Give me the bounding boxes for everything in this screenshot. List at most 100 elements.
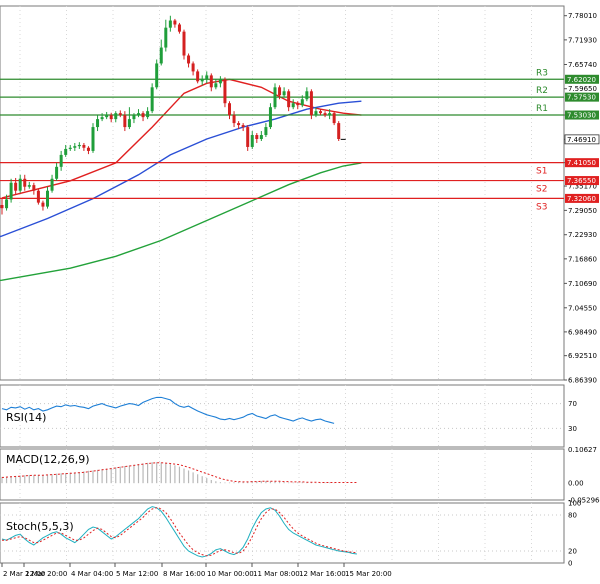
time-tick-label: 2 Mar 20:00 bbox=[25, 570, 67, 578]
level-label-r3: R3 bbox=[536, 68, 548, 78]
time-tick-label: 12 Mar 16:00 bbox=[299, 570, 346, 578]
macd-title: MACD(12,26,9) bbox=[6, 453, 90, 466]
price-tick-label: 7.59650 bbox=[568, 85, 597, 93]
candle-body bbox=[127, 119, 131, 128]
candle-body bbox=[59, 154, 63, 167]
candle-body bbox=[23, 178, 27, 187]
candle-body bbox=[73, 146, 77, 148]
level-label-s2: S2 bbox=[536, 185, 547, 195]
candle-body bbox=[246, 127, 250, 147]
candle-body bbox=[109, 115, 113, 120]
level-tag-text: 7.62020 bbox=[567, 76, 596, 84]
candle-body bbox=[141, 113, 145, 118]
candle-body bbox=[132, 115, 136, 120]
candle-body bbox=[100, 117, 104, 120]
price-tick-label: 7.16860 bbox=[568, 255, 597, 263]
price-tick-label: 7.29050 bbox=[568, 207, 597, 215]
candle-body bbox=[187, 55, 191, 64]
candle-body bbox=[55, 166, 59, 179]
candle-body bbox=[86, 147, 90, 151]
time-tick-label: 5 Mar 12:00 bbox=[116, 570, 158, 578]
candle-body bbox=[218, 79, 222, 84]
candle-body bbox=[205, 75, 209, 80]
price-tick-label: 7.78010 bbox=[568, 12, 597, 20]
macd-tick-label: 0.00 bbox=[568, 480, 584, 488]
candle-body bbox=[91, 127, 95, 151]
candle-body bbox=[259, 135, 263, 140]
time-tick-label: 11 Mar 08:00 bbox=[253, 570, 300, 578]
candle-body bbox=[309, 91, 313, 116]
candle-body bbox=[305, 91, 309, 100]
candle-body bbox=[14, 182, 18, 191]
candle-body bbox=[250, 135, 254, 147]
candle-body bbox=[177, 24, 181, 32]
candle-body bbox=[82, 144, 86, 148]
candle-body bbox=[232, 115, 236, 124]
level-tag-text: 7.53030 bbox=[567, 112, 596, 120]
candle-body bbox=[214, 83, 218, 88]
candle-body bbox=[32, 185, 36, 191]
level-tag-text: 7.57530 bbox=[567, 94, 596, 102]
candle-body bbox=[291, 103, 295, 108]
level-tag-text: 7.32060 bbox=[567, 195, 596, 203]
candle-body bbox=[50, 178, 54, 191]
macd-tick-label: 0.10627 bbox=[568, 446, 597, 454]
candle-body bbox=[36, 190, 40, 203]
stoch-tick-label: 0 bbox=[568, 560, 572, 568]
current-price-text: 7.46910 bbox=[567, 136, 596, 144]
price-tick-label: 7.22930 bbox=[568, 231, 597, 239]
level-label-s1: S1 bbox=[536, 167, 547, 177]
candle-body bbox=[237, 123, 241, 126]
candle-body bbox=[314, 111, 318, 116]
candle-body bbox=[273, 87, 277, 108]
time-tick-label: 8 Mar 16:00 bbox=[163, 570, 205, 578]
candle-body bbox=[296, 103, 300, 106]
candle-body bbox=[41, 202, 45, 207]
candle-body bbox=[332, 113, 336, 124]
candle-body bbox=[9, 182, 13, 200]
rsi-tick-label: 30 bbox=[568, 425, 577, 433]
candle-body bbox=[164, 27, 168, 48]
price-tick-label: 6.92510 bbox=[568, 352, 597, 360]
time-tick-label: 10 Mar 00:00 bbox=[207, 570, 254, 578]
candle-body bbox=[228, 103, 231, 116]
level-label-r1: R1 bbox=[536, 104, 548, 114]
candle-body bbox=[196, 71, 200, 82]
candle-body bbox=[0, 205, 4, 209]
candle-body bbox=[319, 111, 322, 114]
rsi-title: RSI(14) bbox=[6, 411, 46, 424]
stoch-tick-label: 100 bbox=[568, 500, 581, 508]
candle-body bbox=[323, 113, 327, 116]
candle-body bbox=[255, 135, 259, 140]
stoch-tick-label: 20 bbox=[568, 548, 577, 556]
candle-body bbox=[282, 91, 286, 96]
candle-body bbox=[337, 123, 341, 140]
candle-body bbox=[328, 113, 332, 116]
candle-body bbox=[268, 107, 272, 128]
candle-body bbox=[191, 63, 195, 72]
price-tick-label: 7.71930 bbox=[568, 36, 597, 44]
candle-body bbox=[137, 113, 140, 116]
candle-body bbox=[46, 190, 49, 207]
rsi-tick-label: 70 bbox=[568, 400, 577, 408]
price-tick-label: 7.10690 bbox=[568, 280, 597, 288]
candle-body bbox=[18, 178, 22, 191]
candle-body bbox=[105, 115, 109, 118]
candle-body bbox=[114, 113, 118, 120]
candle-body bbox=[77, 144, 81, 147]
candle-body bbox=[146, 111, 150, 118]
candle-body bbox=[96, 119, 100, 128]
candle-body bbox=[278, 87, 282, 96]
candle-body bbox=[200, 79, 204, 82]
candle-body bbox=[287, 91, 291, 108]
level-tag-text: 7.36550 bbox=[567, 177, 596, 185]
stoch-tick-label: 80 bbox=[568, 512, 577, 520]
candle-body bbox=[241, 125, 245, 128]
candle-body bbox=[182, 31, 186, 56]
candle-body bbox=[223, 79, 227, 104]
candle-body bbox=[173, 20, 177, 25]
price-tick-label: 6.86390 bbox=[568, 377, 597, 385]
candle-body bbox=[168, 20, 172, 28]
candle-body bbox=[68, 147, 72, 149]
candle-body bbox=[209, 75, 213, 88]
